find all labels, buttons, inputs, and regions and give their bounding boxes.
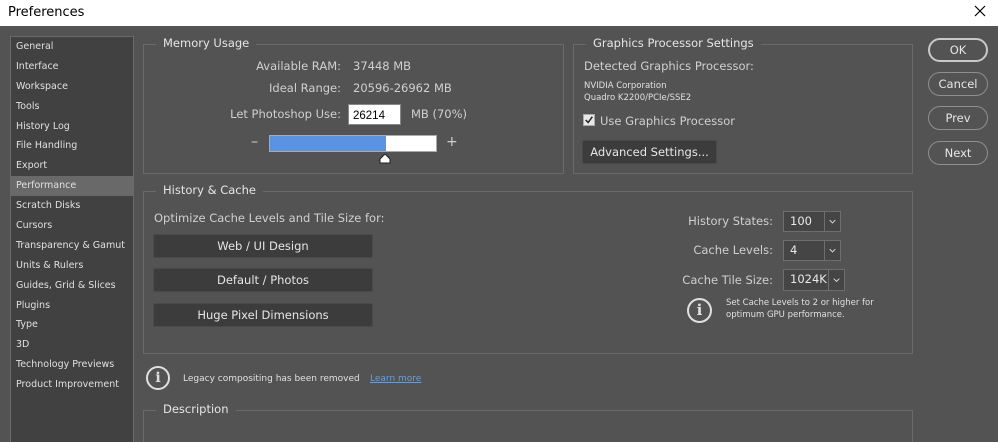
- sidebar-item-workspace[interactable]: Workspace: [11, 77, 133, 97]
- chevron-down-icon: [824, 241, 836, 260]
- sidebar-item-guides-grid-slices[interactable]: Guides, Grid & Slices: [11, 276, 133, 296]
- sidebar-item-3d[interactable]: 3D: [11, 335, 133, 355]
- memory-slider[interactable]: [269, 135, 437, 152]
- sidebar-item-product-improvement[interactable]: Product Improvement: [11, 375, 133, 395]
- sidebar-item-units-rulers[interactable]: Units & Rulers: [11, 256, 133, 276]
- sidebar-item-cursors[interactable]: Cursors: [11, 216, 133, 236]
- close-icon[interactable]: [972, 3, 988, 19]
- available-ram-label: Available RAM:: [256, 59, 341, 73]
- info-icon: i: [687, 298, 712, 323]
- checkmark-icon: [585, 116, 593, 124]
- use-gpu-checkbox[interactable]: [583, 114, 595, 126]
- advanced-settings-button[interactable]: Advanced Settings...: [582, 140, 717, 164]
- sidebar-item-scratch-disks[interactable]: Scratch Disks: [11, 196, 133, 216]
- history-states-label: History States:: [688, 214, 773, 228]
- slider-thumb-icon[interactable]: [379, 154, 391, 164]
- legacy-message: Legacy compositing has been removed: [183, 374, 360, 384]
- memory-amount-input[interactable]: [348, 104, 401, 125]
- gpu-settings-title: Graphics Processor Settings: [586, 36, 761, 50]
- cache-note-line1: Set Cache Levels to 2 or higher for: [726, 298, 874, 308]
- ok-button[interactable]: OK: [928, 38, 988, 62]
- memory-usage-title: Memory Usage: [156, 36, 257, 50]
- cache-tile-size-value: 1024K: [790, 272, 827, 286]
- cache-levels-label: Cache Levels:: [693, 243, 773, 257]
- let-photoshop-use-label: Let Photoshop Use:: [230, 107, 341, 121]
- gpu-vendor: NVIDIA Corporation: [584, 81, 667, 91]
- cache-levels-select[interactable]: 4: [783, 240, 841, 261]
- prev-button[interactable]: Prev: [928, 106, 988, 130]
- chevron-down-icon: [824, 212, 836, 231]
- gpu-model: Quadro K2200/PCIe/SSE2: [584, 93, 692, 103]
- learn-more-link[interactable]: Learn more: [370, 374, 421, 384]
- cancel-button[interactable]: Cancel: [928, 72, 988, 96]
- slider-minus-icon[interactable]: –: [251, 134, 258, 150]
- legacy-info-icon: i: [146, 366, 170, 390]
- sidebar-item-tools[interactable]: Tools: [11, 97, 133, 117]
- cache-levels-value: 4: [790, 243, 798, 257]
- sidebar-item-type[interactable]: Type: [11, 315, 133, 335]
- web-ui-design-button[interactable]: Web / UI Design: [153, 234, 373, 258]
- sidebar-item-transparency-gamut[interactable]: Transparency & Gamut: [11, 236, 133, 256]
- ideal-range-value: 20596-26962 MB: [353, 81, 452, 95]
- memory-slider-fill: [270, 136, 387, 151]
- description-title: Description: [156, 402, 236, 416]
- description-group: Description: [143, 402, 913, 442]
- history-cache-title: History & Cache: [156, 183, 263, 197]
- sidebar-item-plugins[interactable]: Plugins: [11, 296, 133, 316]
- slider-plus-icon[interactable]: +: [446, 134, 458, 150]
- memory-unit-label: MB (70%): [411, 107, 468, 121]
- sidebar-item-export[interactable]: Export: [11, 156, 133, 176]
- window-title: Preferences: [8, 5, 85, 20]
- ideal-range-label: Ideal Range:: [269, 81, 341, 95]
- cache-tile-size-label: Cache Tile Size:: [682, 273, 773, 287]
- sidebar-item-interface[interactable]: Interface: [11, 57, 133, 77]
- default-photos-button[interactable]: Default / Photos: [153, 268, 373, 292]
- preferences-sidebar: General Interface Workspace Tools History Lo…: [10, 36, 134, 442]
- sidebar-item-technology-previews[interactable]: Technology Previews: [11, 355, 133, 375]
- sidebar-item-general[interactable]: General: [11, 37, 133, 57]
- huge-pixel-dimensions-button[interactable]: Huge Pixel Dimensions: [153, 303, 373, 327]
- sidebar-item-file-handling[interactable]: File Handling: [11, 136, 133, 156]
- history-states-value: 100: [790, 214, 812, 228]
- chevron-down-icon: [828, 270, 840, 290]
- detected-gpu-label: Detected Graphics Processor:: [584, 59, 754, 73]
- sidebar-item-history-log[interactable]: History Log: [11, 117, 133, 137]
- optimize-label: Optimize Cache Levels and Tile Size for:: [154, 211, 385, 225]
- cache-note-line2: optimum GPU performance.: [726, 310, 845, 320]
- available-ram-value: 37448 MB: [353, 59, 412, 73]
- cache-tile-size-select[interactable]: 1024K: [783, 269, 845, 291]
- use-gpu-label: Use Graphics Processor: [600, 114, 735, 128]
- title-bar: Preferences: [0, 0, 998, 26]
- history-states-select[interactable]: 100: [783, 211, 841, 232]
- sidebar-item-performance[interactable]: Performance: [11, 176, 133, 197]
- next-button[interactable]: Next: [928, 141, 988, 165]
